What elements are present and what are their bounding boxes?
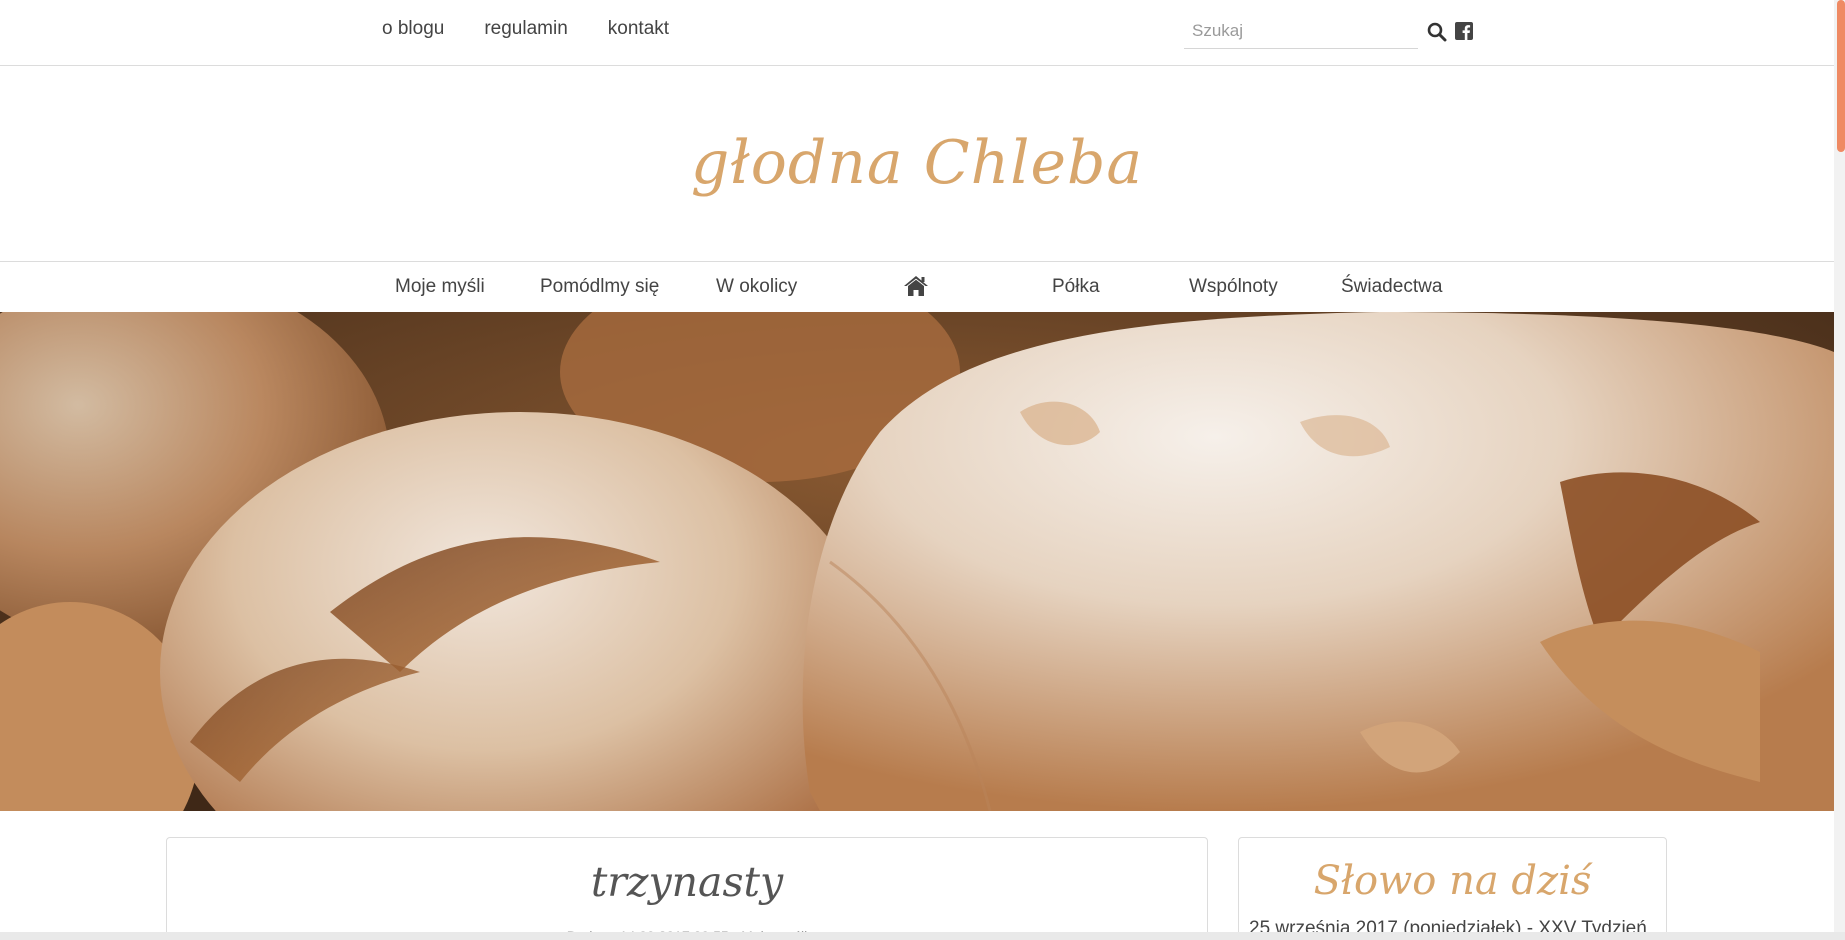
search-input[interactable] (1184, 14, 1418, 49)
nav-item-pomodlmy-sie[interactable]: Pomódlmy się (540, 276, 659, 298)
nav-item-swiadectwa[interactable]: Świadectwa (1341, 276, 1442, 298)
post-card: trzynasty Dodano 14.09.2017 09:55 · Moje… (166, 837, 1208, 940)
hero-image (0, 312, 1834, 811)
link-kontakt[interactable]: kontakt (608, 18, 669, 40)
post-title[interactable]: trzynasty (167, 858, 1207, 906)
search-icon[interactable] (1427, 22, 1447, 42)
sidebar-word-of-day: Słowo na dziś 25 września 2017 (poniedzi… (1238, 837, 1667, 940)
facebook-icon[interactable] (1455, 22, 1473, 40)
home-icon[interactable] (903, 275, 929, 297)
nav-item-moje-mysli[interactable]: Moje myśli (395, 276, 485, 298)
sidebar-title: Słowo na dziś (1313, 858, 1592, 904)
top-links: o blogu regulamin kontakt (382, 18, 669, 40)
nav-item-polka[interactable]: Półka (1052, 276, 1100, 298)
top-bar: o blogu regulamin kontakt (0, 0, 1834, 66)
link-regulamin[interactable]: regulamin (484, 18, 567, 40)
horizontal-scrollbar[interactable] (0, 932, 1845, 940)
link-o-blogu[interactable]: o blogu (382, 18, 444, 40)
scrollbar-thumb[interactable] (1837, 0, 1845, 152)
page: o blogu regulamin kontakt głodna Chleba … (0, 0, 1845, 940)
nav-item-w-okolicy[interactable]: W okolicy (716, 276, 797, 298)
main-nav: Moje myśli Pomódlmy się W okolicy Półka … (0, 261, 1834, 312)
site-logo[interactable]: głodna Chleba (0, 128, 1834, 198)
nav-item-wspolnoty[interactable]: Wspólnoty (1189, 276, 1278, 298)
